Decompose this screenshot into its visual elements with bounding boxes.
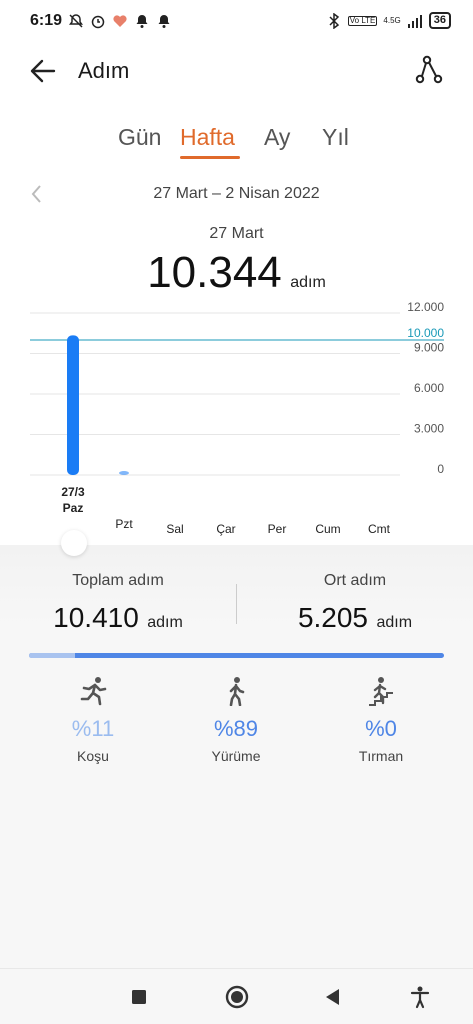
- x-tick-label: Cum: [315, 522, 340, 536]
- selected-steps: 10.344: [147, 248, 282, 297]
- activity-climbing: %0 Tırman: [321, 676, 441, 764]
- square-icon[interactable]: [125, 983, 153, 1011]
- running-label: Koşu: [77, 748, 109, 764]
- network-type: 4.5G: [383, 16, 401, 25]
- triangle-back-icon[interactable]: [318, 983, 346, 1011]
- y-tick-label: 12.000: [407, 300, 444, 314]
- app-header: Adım: [0, 42, 473, 100]
- total-unit: adım: [147, 614, 183, 631]
- tab-month[interactable]: Ay: [264, 124, 290, 151]
- page-title: Adım: [78, 58, 130, 83]
- selected-date-label: 27/3: [61, 485, 85, 499]
- x-tick-label: Per: [268, 522, 287, 536]
- climbing-icon: [369, 677, 393, 706]
- selected-unit: adım: [290, 274, 326, 291]
- health-heart-icon: [113, 15, 127, 27]
- y-tick-label: 0: [437, 462, 444, 476]
- tab-day[interactable]: Gün: [118, 124, 161, 151]
- walking-percent: %89: [213, 716, 259, 741]
- x-tick-label: Çar: [216, 522, 235, 536]
- bell-off-icon: [69, 14, 83, 28]
- status-notifications: [68, 13, 172, 29]
- bell-icon-2: [158, 15, 170, 28]
- summary-stats: Toplam adım 10.410 adım Ort adım 5.205 a…: [0, 572, 473, 642]
- total-label: Toplam adım: [72, 572, 164, 589]
- average-value-row: 5.205 adım: [237, 602, 473, 634]
- status-system: Vo LTE 4.5G 36: [326, 12, 451, 29]
- date-range: 27 Mart – 2 Nisan 2022: [153, 185, 320, 202]
- total-value-row: 10.410 adım: [0, 602, 236, 634]
- activity-running: %11 Koşu: [33, 676, 153, 764]
- signal-icon: [407, 14, 422, 28]
- back-arrow-icon[interactable]: [26, 54, 60, 88]
- x-tick-label: Pzt: [115, 517, 133, 531]
- total-steps: Toplam adım 10.410 adım: [0, 572, 236, 634]
- x-tick-label: Cmt: [368, 522, 391, 536]
- y-tick-label: 9.000: [414, 341, 444, 355]
- average-steps: Ort adım 5.205 adım: [237, 572, 473, 634]
- battery-indicator: 36: [428, 12, 451, 29]
- activity-walking: %89 Yürüme: [176, 676, 296, 764]
- total-value: 10.410: [53, 602, 139, 633]
- x-tick-label: Paz: [63, 501, 84, 515]
- bar: [67, 335, 79, 475]
- home-circle-icon[interactable]: [223, 983, 251, 1011]
- accessibility-icon[interactable]: [406, 983, 434, 1011]
- selected-day: 27 Mart: [209, 225, 264, 242]
- walking-icon: [229, 677, 245, 706]
- alarm-icon: [91, 15, 105, 29]
- running-percent: %11: [71, 716, 115, 741]
- climbing-label: Tırman: [358, 748, 404, 764]
- chart-scrubber-handle[interactable]: [61, 530, 87, 556]
- period-tabs: Gün Hafta Ay Yıl: [0, 120, 473, 160]
- selected-value: 10.344 adım: [0, 248, 473, 298]
- running-icon: [80, 677, 107, 706]
- bluetooth-icon: [329, 12, 339, 29]
- route-icon[interactable]: [413, 54, 445, 86]
- walking-label: Yürüme: [211, 748, 261, 764]
- date-navigator: 27 Mart – 2 Nisan 2022: [0, 182, 473, 208]
- activity-split-bar: [29, 653, 444, 658]
- x-tick-label: Sal: [166, 522, 183, 536]
- goal-label: 10.000: [407, 326, 444, 340]
- run-portion: [29, 653, 75, 658]
- average-value: 5.205: [297, 602, 369, 633]
- activity-breakdown: %11 Koşu %89 Yürüme %0 Tırman: [0, 676, 473, 766]
- average-unit: adım: [376, 614, 413, 631]
- status-bar: 6:19 Vo LTE 4.5G 36: [0, 0, 473, 42]
- y-tick-label: 3.000: [414, 422, 444, 436]
- weekly-steps-chart[interactable]: 0 3.000 6.000 9.000 12.000 10.000 Paz Pzt Sal Çar…: [0, 300, 473, 550]
- active-tab-indicator: [180, 156, 240, 159]
- tab-year[interactable]: Yıl: [322, 124, 349, 151]
- bell-icon: [136, 15, 148, 28]
- system-nav-bar: [0, 968, 473, 1024]
- average-label: Ort adım: [323, 572, 387, 589]
- volte-badge: Vo LTE: [347, 15, 378, 26]
- bar: [119, 471, 129, 475]
- status-time: 6:19: [30, 12, 63, 29]
- y-tick-label: 6.000: [414, 381, 444, 395]
- tab-week[interactable]: Hafta: [180, 124, 235, 151]
- climbing-percent: %0: [365, 716, 397, 741]
